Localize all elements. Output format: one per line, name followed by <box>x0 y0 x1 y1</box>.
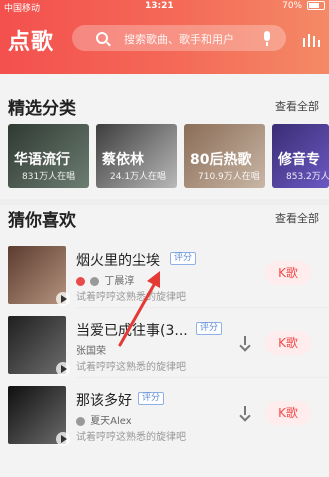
song-row[interactable]: 那该多好 评分 夏天Alex 试着哼哼这熟悉的旋律吧 K歌 <box>0 378 329 448</box>
header-bar: 中国移动 13:21 70% 点歌 搜索歌曲、歌手和用户 <box>0 0 329 74</box>
song-hint: 试着哼哼这熟悉的旋律吧 <box>76 432 186 443</box>
category-count: 710.9万人在唱 <box>198 172 260 182</box>
section-divider <box>0 199 329 205</box>
featured-section-title: 精选分类 <box>8 99 76 119</box>
category-name: 华语流行 <box>14 152 70 168</box>
bar-4 <box>318 40 320 47</box>
category-card[interactable]: 华语流行 831万人在唱 <box>8 124 89 188</box>
download-icon[interactable] <box>239 406 251 420</box>
bar-2 <box>308 34 310 47</box>
category-name: 80后热歌 <box>190 152 252 168</box>
song-title: 当爱已成往事(3... <box>76 323 188 339</box>
category-card[interactable]: 蔡依林 24.1万人在唱 <box>96 124 177 188</box>
user-icon <box>76 416 85 426</box>
bar-1 <box>303 38 305 47</box>
song-artist: 张国荣 <box>76 346 106 357</box>
category-name: 修音专 <box>278 152 320 168</box>
song-row[interactable]: 烟火里的尘埃 评分 丁晨淳 试着哼哼这熟悉的旋律吧 K歌 <box>0 238 329 308</box>
guess-see-all-link[interactable]: 查看全部 <box>275 210 319 226</box>
song-meta: 夏天Alex <box>76 412 132 427</box>
play-icon[interactable] <box>56 292 70 306</box>
bar-3 <box>313 36 315 47</box>
rating-tag: 评分 <box>196 322 223 335</box>
song-title: 那该多好 <box>76 393 132 409</box>
song-meta: 丁晨淳 <box>76 272 134 287</box>
category-count: 831万人在唱 <box>22 172 76 182</box>
category-count: 24.1万人在唱 <box>110 172 167 182</box>
song-row[interactable]: 当爱已成往事(3... 评分 张国荣 试着哼哼这熟悉的旋律吧 K歌 <box>0 308 329 378</box>
rating-tag: 评分 <box>138 392 165 405</box>
carrier-label: 中国移动 <box>4 4 41 14</box>
rating-tag: 评分 <box>170 252 197 265</box>
search-icon <box>96 32 108 44</box>
k-sing-button[interactable]: K歌 <box>265 401 311 425</box>
song-hint: 试着哼哼这熟悉的旋律吧 <box>76 362 186 373</box>
verified-icon <box>76 276 85 286</box>
category-count: 853.2万人 <box>286 172 329 182</box>
category-card[interactable]: 修音专 853.2万人 <box>272 124 329 188</box>
status-time: 13:21 <box>145 1 174 11</box>
k-sing-button[interactable]: K歌 <box>265 261 311 285</box>
category-name: 蔡依林 <box>102 152 144 168</box>
search-bar[interactable]: 搜索歌曲、歌手和用户 <box>72 25 286 51</box>
song-meta: 张国荣 <box>76 342 106 357</box>
battery-icon <box>307 1 325 10</box>
page-title: 点歌 <box>8 30 55 55</box>
category-card[interactable]: 80后热歌 710.9万人在唱 <box>184 124 265 188</box>
play-icon[interactable] <box>56 432 70 446</box>
song-title: 烟火里的尘埃 <box>76 253 160 269</box>
microphone-icon[interactable] <box>264 31 270 46</box>
status-bar: 中国移动 13:21 70% <box>0 0 329 14</box>
song-hint: 试着哼哼这熟悉的旋律吧 <box>76 292 186 303</box>
featured-see-all-link[interactable]: 查看全部 <box>275 98 319 114</box>
battery-indicator: 70% <box>282 1 325 11</box>
k-sing-button[interactable]: K歌 <box>265 331 311 355</box>
song-artist: 丁晨淳 <box>104 276 135 287</box>
search-placeholder: 搜索歌曲、歌手和用户 <box>124 33 234 46</box>
user-icon <box>90 276 100 286</box>
chart-bars-icon[interactable] <box>303 33 321 47</box>
play-icon[interactable] <box>56 362 70 376</box>
category-carousel[interactable]: 华语流行 831万人在唱 蔡依林 24.1万人在唱 80后热歌 710.9万人在… <box>0 124 329 188</box>
song-artist: 夏天Alex <box>90 416 132 427</box>
download-icon[interactable] <box>239 336 251 350</box>
battery-percent: 70% <box>282 1 303 11</box>
guess-section-title: 猜你喜欢 <box>8 211 76 231</box>
